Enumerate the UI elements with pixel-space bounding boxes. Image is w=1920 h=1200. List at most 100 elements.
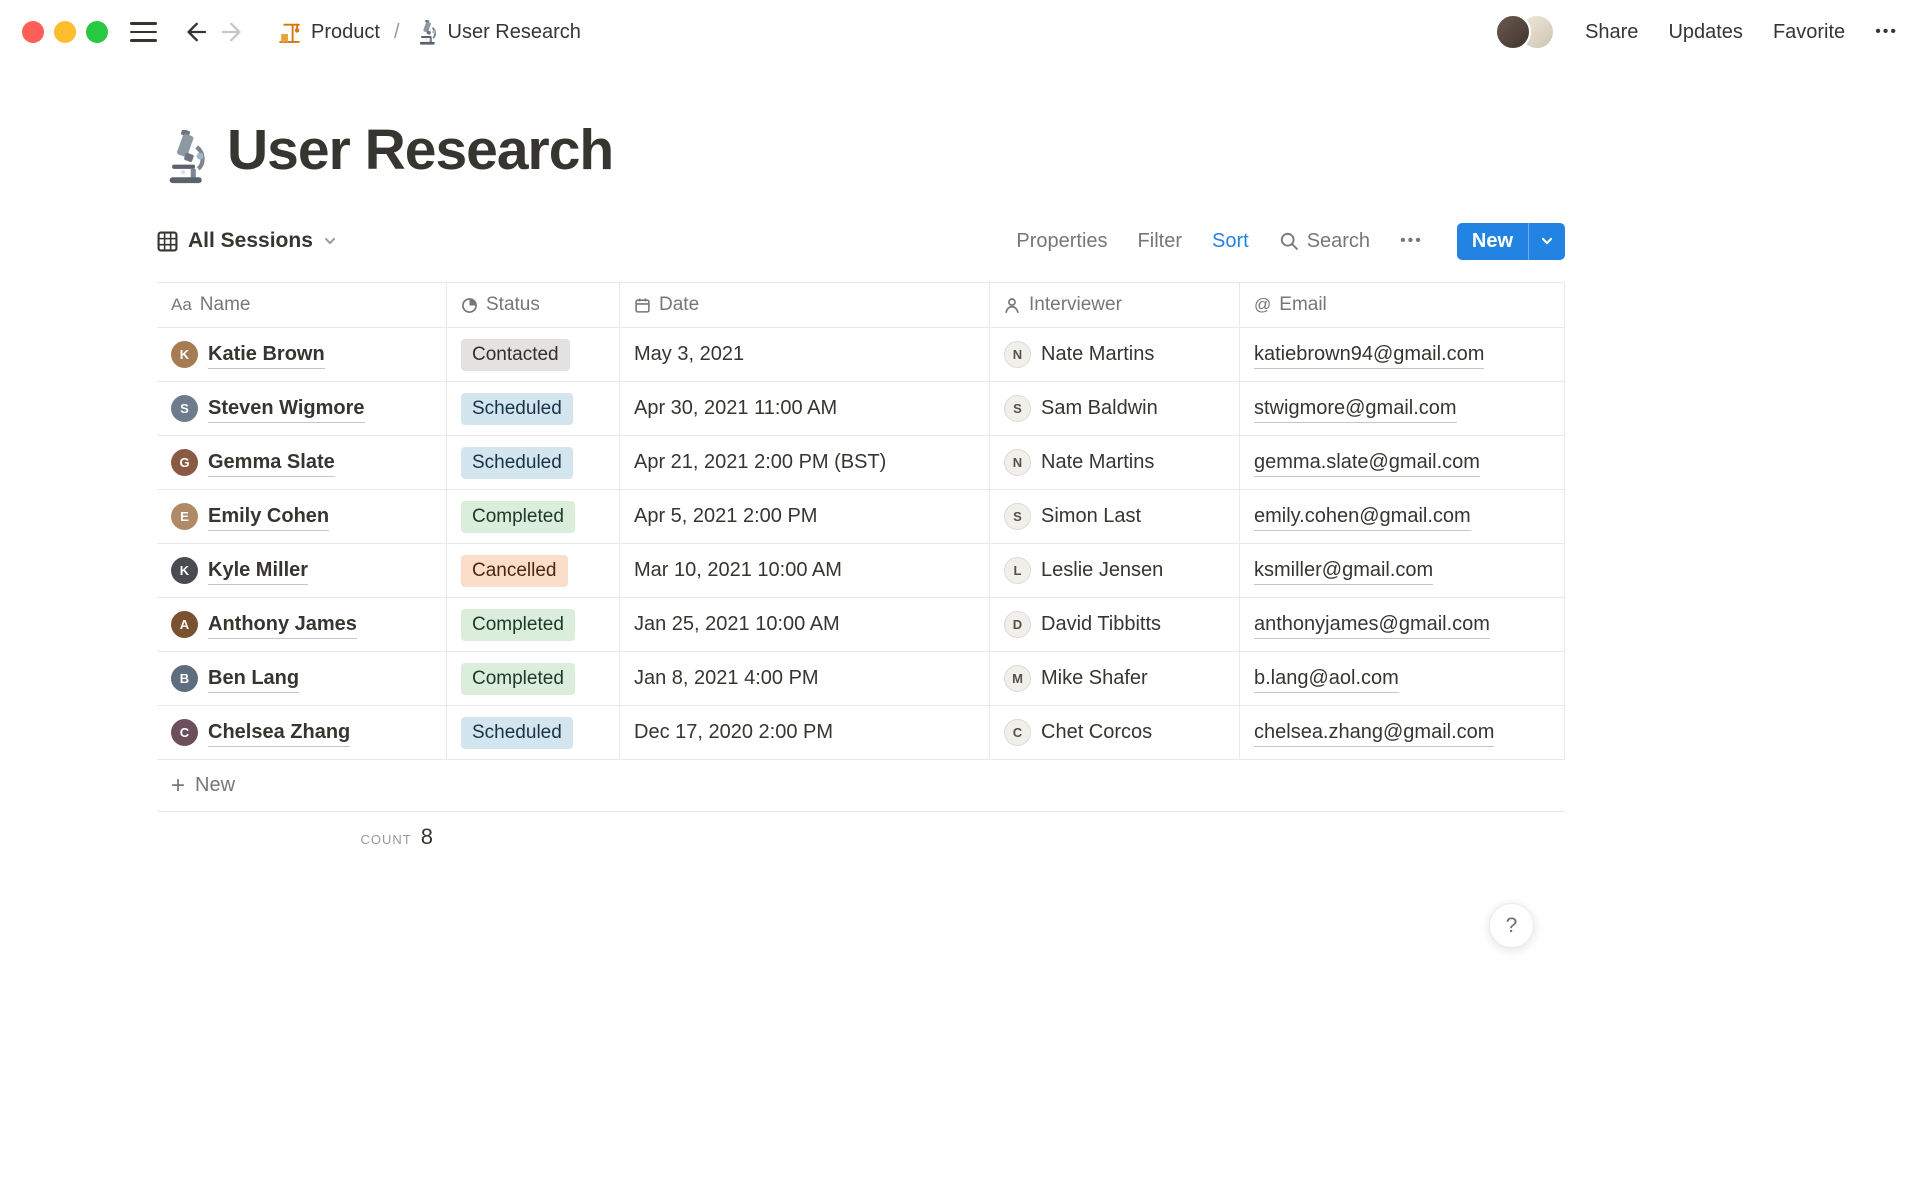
- favorite-button[interactable]: Favorite: [1773, 21, 1845, 44]
- breadcrumb-label: User Research: [447, 20, 581, 43]
- name-link[interactable]: Gemma Slate: [208, 449, 335, 477]
- name-cell[interactable]: B Ben Lang: [157, 652, 447, 706]
- close-window-button[interactable]: [22, 21, 44, 43]
- column-header-status[interactable]: Status: [447, 283, 620, 328]
- date-cell[interactable]: May 3, 2021: [620, 328, 990, 382]
- help-button[interactable]: ?: [1489, 903, 1534, 948]
- new-row-button[interactable]: + New: [157, 760, 1565, 813]
- name-cell[interactable]: C Chelsea Zhang: [157, 706, 447, 760]
- more-options-icon[interactable]: •••: [1875, 23, 1898, 41]
- date-cell[interactable]: Apr 5, 2021 2:00 PM: [620, 490, 990, 544]
- status-cell[interactable]: Completed: [447, 598, 620, 652]
- status-cell[interactable]: Scheduled: [447, 382, 620, 436]
- email-cell[interactable]: ksmiller@gmail.com: [1240, 544, 1565, 598]
- microscope-icon: [414, 19, 439, 45]
- name-cell[interactable]: E Emily Cohen: [157, 490, 447, 544]
- status-badge: Completed: [461, 609, 575, 641]
- email-cell[interactable]: anthonyjames@gmail.com: [1240, 598, 1565, 652]
- sort-button[interactable]: Sort: [1212, 230, 1249, 253]
- name-cell[interactable]: G Gemma Slate: [157, 436, 447, 490]
- name-link[interactable]: Steven Wigmore: [208, 395, 365, 423]
- date-cell[interactable]: Jan 8, 2021 4:00 PM: [620, 652, 990, 706]
- new-dropdown-chevron-icon[interactable]: [1528, 222, 1565, 260]
- name-link[interactable]: Anthony James: [208, 611, 357, 639]
- at-icon: @: [1254, 295, 1272, 315]
- column-header-date[interactable]: Date: [620, 283, 990, 328]
- name-cell[interactable]: K Katie Brown: [157, 328, 447, 382]
- view-selector[interactable]: All Sessions: [157, 229, 337, 253]
- avatar: A: [171, 611, 198, 639]
- name-link[interactable]: Katie Brown: [208, 341, 325, 369]
- zoom-window-button[interactable]: [86, 21, 108, 43]
- email-link[interactable]: chelsea.zhang@gmail.com: [1254, 719, 1495, 747]
- page-icon-microscope[interactable]: [157, 130, 211, 184]
- email-link[interactable]: ksmiller@gmail.com: [1254, 557, 1434, 585]
- email-link[interactable]: katiebrown94@gmail.com: [1254, 341, 1485, 369]
- date-cell[interactable]: Mar 10, 2021 10:00 AM: [620, 544, 990, 598]
- email-cell[interactable]: katiebrown94@gmail.com: [1240, 328, 1565, 382]
- sidebar-toggle-icon[interactable]: [130, 22, 157, 42]
- interviewer-cell[interactable]: D David Tibbitts: [990, 598, 1240, 652]
- date-cell[interactable]: Dec 17, 2020 2:00 PM: [620, 706, 990, 760]
- email-link[interactable]: anthonyjames@gmail.com: [1254, 611, 1490, 639]
- minimize-window-button[interactable]: [54, 21, 76, 43]
- email-link[interactable]: gemma.slate@gmail.com: [1254, 449, 1480, 477]
- status-badge: Contacted: [461, 339, 570, 371]
- interviewer-cell[interactable]: M Mike Shafer: [990, 652, 1240, 706]
- text-property-icon: Aa: [171, 295, 192, 315]
- status-cell[interactable]: Cancelled: [447, 544, 620, 598]
- interviewer-cell[interactable]: C Chet Corcos: [990, 706, 1240, 760]
- view-more-options-icon[interactable]: •••: [1400, 232, 1423, 250]
- name-cell[interactable]: K Kyle Miller: [157, 544, 447, 598]
- share-button[interactable]: Share: [1585, 21, 1638, 44]
- email-cell[interactable]: emily.cohen@gmail.com: [1240, 490, 1565, 544]
- breadcrumb: Product / User Research: [273, 18, 585, 47]
- date-cell[interactable]: Jan 25, 2021 10:00 AM: [620, 598, 990, 652]
- status-cell[interactable]: Completed: [447, 652, 620, 706]
- table-row: G Gemma Slate Scheduled Apr 21, 2021 2:0…: [157, 436, 1565, 491]
- breadcrumb-item-user-research[interactable]: User Research: [410, 18, 585, 47]
- name-link[interactable]: Kyle Miller: [208, 557, 309, 585]
- date-cell[interactable]: Apr 30, 2021 11:00 AM: [620, 382, 990, 436]
- status-cell[interactable]: Scheduled: [447, 706, 620, 760]
- name-link[interactable]: Emily Cohen: [208, 503, 330, 531]
- email-cell[interactable]: chelsea.zhang@gmail.com: [1240, 706, 1565, 760]
- user-avatar[interactable]: [1495, 14, 1532, 50]
- search-button[interactable]: Search: [1279, 230, 1370, 253]
- count-aggregate[interactable]: COUNT 8: [157, 824, 447, 850]
- updates-button[interactable]: Updates: [1668, 21, 1743, 44]
- email-cell[interactable]: gemma.slate@gmail.com: [1240, 436, 1565, 490]
- name-cell[interactable]: A Anthony James: [157, 598, 447, 652]
- name-link[interactable]: Chelsea Zhang: [208, 719, 351, 747]
- name-cell[interactable]: S Steven Wigmore: [157, 382, 447, 436]
- page-body: User Research All Sessions Properties Fi…: [0, 116, 1920, 850]
- forward-arrow-icon[interactable]: [219, 18, 247, 46]
- filter-button[interactable]: Filter: [1138, 230, 1182, 253]
- status-cell[interactable]: Contacted: [447, 328, 620, 382]
- interviewer-cell[interactable]: N Nate Martins: [990, 328, 1240, 382]
- interviewer-cell[interactable]: S Sam Baldwin: [990, 382, 1240, 436]
- interviewer-cell[interactable]: L Leslie Jensen: [990, 544, 1240, 598]
- email-link[interactable]: stwigmore@gmail.com: [1254, 395, 1457, 423]
- breadcrumb-separator: /: [393, 20, 400, 43]
- plus-icon: +: [171, 771, 186, 799]
- interviewer-name: Leslie Jensen: [1041, 559, 1164, 582]
- back-arrow-icon[interactable]: [181, 18, 209, 46]
- email-cell[interactable]: stwigmore@gmail.com: [1240, 382, 1565, 436]
- status-cell[interactable]: Completed: [447, 490, 620, 544]
- name-link[interactable]: Ben Lang: [208, 665, 300, 693]
- date-cell[interactable]: Apr 21, 2021 2:00 PM (BST): [620, 436, 990, 490]
- column-header-interviewer[interactable]: Interviewer: [990, 283, 1240, 328]
- email-cell[interactable]: b.lang@aol.com: [1240, 652, 1565, 706]
- interviewer-cell[interactable]: S Simon Last: [990, 490, 1240, 544]
- breadcrumb-item-product[interactable]: Product: [273, 18, 384, 47]
- email-link[interactable]: b.lang@aol.com: [1254, 665, 1399, 693]
- interviewer-avatar: S: [1004, 503, 1031, 531]
- properties-button[interactable]: Properties: [1016, 230, 1107, 253]
- column-header-email[interactable]: @ Email: [1240, 283, 1565, 328]
- status-cell[interactable]: Scheduled: [447, 436, 620, 490]
- interviewer-cell[interactable]: N Nate Martins: [990, 436, 1240, 490]
- column-header-name[interactable]: Aa Name: [157, 283, 447, 328]
- new-button[interactable]: New: [1457, 223, 1528, 260]
- email-link[interactable]: emily.cohen@gmail.com: [1254, 503, 1471, 531]
